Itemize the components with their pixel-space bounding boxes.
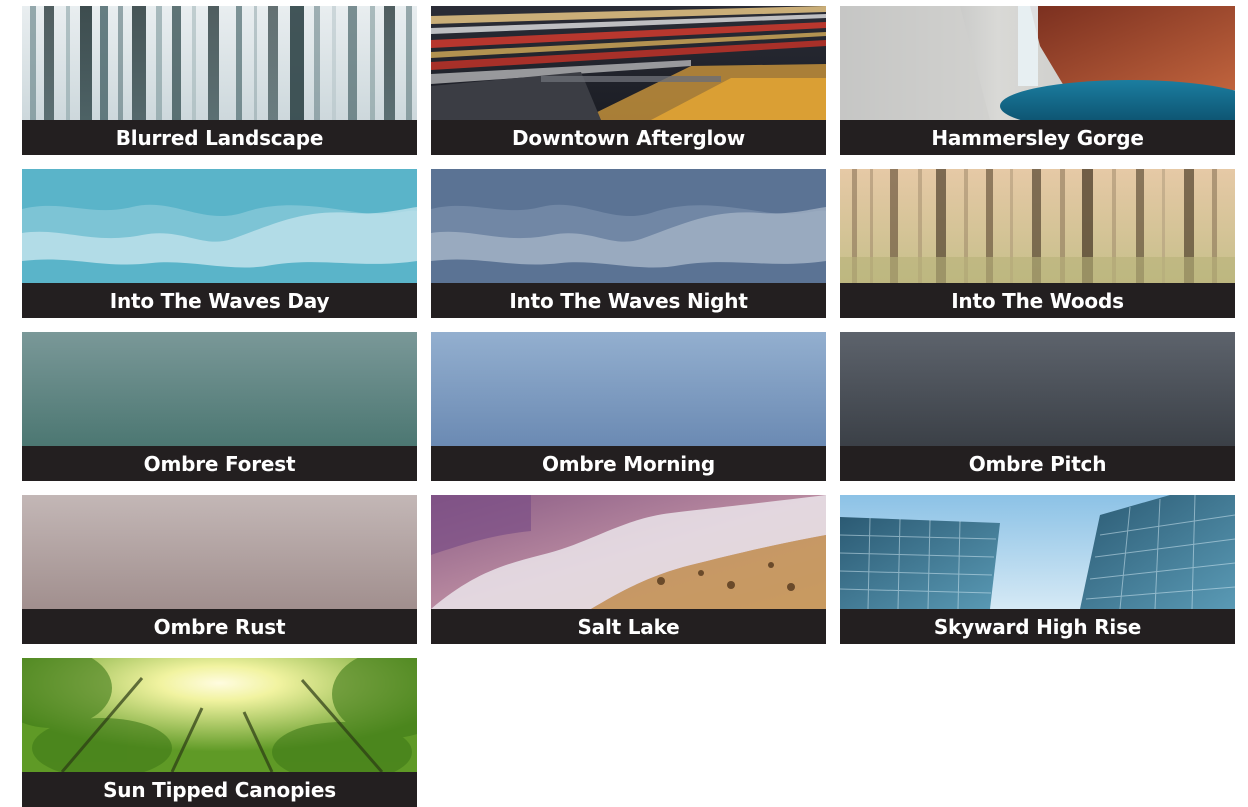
slate-mountain-waves-thumbnail [431,169,826,283]
tile-label: Into The Woods [951,288,1124,313]
gallery-tile-downtown-afterglow[interactable]: Downtown Afterglow [431,6,826,155]
tile-label: Salt Lake [577,614,680,639]
gallery-tile-hammersley-gorge[interactable]: Hammersley Gorge [840,6,1235,155]
ombre-forest-swatch [22,332,417,446]
gallery-tile-into-the-woods[interactable]: Into The Woods [840,169,1235,318]
tile-label-bar: Into The Waves Day [22,283,417,318]
ombre-morning-swatch [431,332,826,446]
gallery-tile-ombre-rust[interactable]: Ombre Rust [22,495,417,644]
highway-light-trails-thumbnail [431,6,826,120]
ombre-pitch-swatch [840,332,1235,446]
tile-label-bar: Salt Lake [431,609,826,644]
gallery-tile-ombre-morning[interactable]: Ombre Morning [431,332,826,481]
sunlit-canopy-thumbnail [22,658,417,772]
tile-label: Blurred Landscape [115,125,324,150]
tile-label-bar: Ombre Rust [22,609,417,644]
tile-label-bar: Into The Woods [840,283,1235,318]
teal-mountain-waves-thumbnail [22,169,417,283]
tile-label-bar: Blurred Landscape [22,120,417,155]
tile-label: Skyward High Rise [933,614,1142,639]
blurred-forest-thumbnail [22,6,417,120]
tile-label-bar: Into The Waves Night [431,283,826,318]
tile-label: Into The Waves Night [509,288,748,313]
salt-lake-aerial-thumbnail [431,495,826,609]
background-gallery: Blurred Landscape Downtown Afterglow Ham… [22,6,1235,807]
tile-label-bar: Sun Tipped Canopies [22,772,417,807]
gallery-tile-ombre-forest[interactable]: Ombre Forest [22,332,417,481]
gorge-waterfall-thumbnail [840,6,1235,120]
tile-label-bar: Hammersley Gorge [840,120,1235,155]
misty-woods-thumbnail [840,169,1235,283]
tile-label: Ombre Morning [541,451,716,476]
tile-label: Ombre Forest [143,451,296,476]
tile-label: Ombre Pitch [968,451,1107,476]
gallery-tile-blurred-landscape[interactable]: Blurred Landscape [22,6,417,155]
tile-label: Into The Waves Day [109,288,330,313]
tile-label-bar: Ombre Pitch [840,446,1235,481]
tile-label: Sun Tipped Canopies [103,777,336,802]
gallery-tile-into-the-waves-day[interactable]: Into The Waves Day [22,169,417,318]
gallery-tile-skyward-high-rise[interactable]: Skyward High Rise [840,495,1235,644]
glass-towers-thumbnail [840,495,1235,609]
gallery-tile-into-the-waves-night[interactable]: Into The Waves Night [431,169,826,318]
gallery-tile-sun-tipped-canopies[interactable]: Sun Tipped Canopies [22,658,417,807]
tile-label-bar: Ombre Forest [22,446,417,481]
gallery-tile-ombre-pitch[interactable]: Ombre Pitch [840,332,1235,481]
gallery-tile-salt-lake[interactable]: Salt Lake [431,495,826,644]
ombre-rust-swatch [22,495,417,609]
tile-label: Downtown Afterglow [512,125,745,150]
tile-label: Ombre Rust [153,614,286,639]
tile-label: Hammersley Gorge [931,125,1144,150]
tile-label-bar: Skyward High Rise [840,609,1235,644]
tile-label-bar: Ombre Morning [431,446,826,481]
tile-label-bar: Downtown Afterglow [431,120,826,155]
